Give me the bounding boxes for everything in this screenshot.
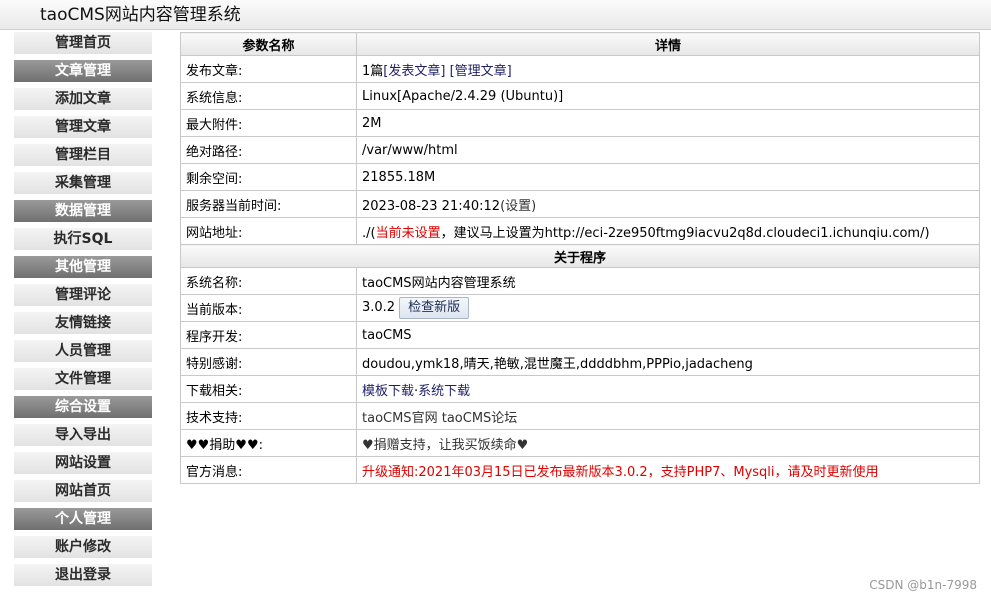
sidebar-item-site-settings[interactable]: 网站设置 <box>14 452 152 474</box>
row-label: 网站地址: <box>180 217 357 245</box>
row-value: Linux[Apache/2.4.29 (Ubuntu)] <box>356 82 980 110</box>
row-label: 当前版本: <box>180 294 357 322</box>
row-value: ♥捐赠支持，让我买饭续命♥ <box>356 429 980 457</box>
sidebar-item-add-article[interactable]: 添加文章 <box>14 88 152 110</box>
row-value: ./(当前未设置，建议马上设置为http://eci-2ze950ftmg9ia… <box>356 217 980 245</box>
table-row: ♥♥捐助♥♥: ♥捐赠支持，让我买饭续命♥ <box>180 429 980 457</box>
sidebar-item-logout[interactable]: 退出登录 <box>14 564 152 586</box>
sidebar-item-comments[interactable]: 管理评论 <box>14 284 152 306</box>
table-row: 下载相关: 模板下载·系统下载 <box>180 375 980 403</box>
server-time: 2023-08-23 21:40:12 <box>362 198 501 214</box>
row-value: taoCMS网站内容管理系统 <box>356 267 980 295</box>
sidebar-item-account[interactable]: 账户修改 <box>14 536 152 558</box>
row-label: 绝对路径: <box>180 136 357 164</box>
row-label: 系统名称: <box>180 267 357 295</box>
sidebar-group-settings[interactable]: 综合设置 <box>14 396 152 418</box>
template-download-link[interactable]: 模板下载 <box>362 384 414 399</box>
sidebar-group-other[interactable]: 其他管理 <box>14 256 152 278</box>
forum-link[interactable]: taoCMS论坛 <box>442 411 518 426</box>
sidebar-group-articles[interactable]: 文章管理 <box>14 60 152 82</box>
official-news: 升级通知:2021年03月15日已发布最新版本3.0.2，支持PHP7、Mysq… <box>356 456 980 484</box>
row-value: 1篇[发表文章] [管理文章] <box>356 55 980 83</box>
table-row: 系统信息: Linux[Apache/2.4.29 (Ubuntu)] <box>180 82 980 110</box>
row-label: 发布文章: <box>180 55 357 83</box>
version-value: 3.0.2 <box>362 300 396 315</box>
row-value: /var/www/html <box>356 136 980 164</box>
sidebar-group-personal[interactable]: 个人管理 <box>14 508 152 530</box>
url-suggestion: ，建议马上设置为http://eci-2ze950ftmg9iacvu2q8d.… <box>440 225 930 241</box>
row-value: taoCMS官网 taoCMS论坛 <box>356 402 980 430</box>
section-header-row: 关于程序 <box>180 244 980 268</box>
col-header-name: 参数名称 <box>180 32 357 56</box>
row-label: 下载相关: <box>180 375 357 403</box>
official-site-link[interactable]: taoCMS官网 <box>362 411 438 426</box>
sidebar-item-collect[interactable]: 采集管理 <box>14 172 152 194</box>
sidebar-item-friend-links[interactable]: 友情链接 <box>14 312 152 334</box>
table-row: 技术支持: taoCMS官网 taoCMS论坛 <box>180 402 980 430</box>
sidebar-item-users[interactable]: 人员管理 <box>14 340 152 362</box>
table-row: 程序开发: taoCMS <box>180 321 980 349</box>
table-row: 系统名称: taoCMS网站内容管理系统 <box>180 267 980 295</box>
row-value: 模板下载·系统下载 <box>356 375 980 403</box>
row-label: 官方消息: <box>180 456 357 484</box>
table-row: 当前版本: 3.0.2 检查新版 <box>180 294 980 322</box>
url-warning: 当前未设置 <box>375 225 441 241</box>
table-row: 网站地址: ./(当前未设置，建议马上设置为http://eci-2ze950f… <box>180 217 980 245</box>
main-content: 参数名称 详情 发布文章: 1篇[发表文章] [管理文章] 系统信息: Linu… <box>180 32 980 484</box>
sidebar-item-manage-articles[interactable]: 管理文章 <box>14 116 152 138</box>
row-label: 程序开发: <box>180 321 357 349</box>
row-label: 最大附件: <box>180 109 357 137</box>
about-header: 关于程序 <box>180 244 980 268</box>
top-header: taoCMS网站内容管理系统 <box>0 0 991 30</box>
row-value: 21855.18M <box>356 163 980 191</box>
row-label: 特别感谢: <box>180 348 357 376</box>
row-value: doudou,ymk18,晴天,艳敏,混世魔王,ddddbhm,PPPio,ja… <box>356 348 980 376</box>
app-title: taoCMS网站内容管理系统 <box>40 5 241 25</box>
sidebar-item-manage-categories[interactable]: 管理栏目 <box>14 144 152 166</box>
table-header-row: 参数名称 详情 <box>180 32 980 56</box>
sidebar: 管理首页 文章管理 添加文章 管理文章 管理栏目 采集管理 数据管理 执行SQL… <box>14 32 152 592</box>
row-label: 服务器当前时间: <box>180 190 357 218</box>
row-label: 技术支持: <box>180 402 357 430</box>
table-row: 特别感谢: doudou,ymk18,晴天,艳敏,混世魔王,ddddbhm,PP… <box>180 348 980 376</box>
watermark: CSDN @b1n-7998 <box>869 578 977 592</box>
table-row: 绝对路径: /var/www/html <box>180 136 980 164</box>
table-row: 发布文章: 1篇[发表文章] [管理文章] <box>180 55 980 83</box>
table-row: 官方消息: 升级通知:2021年03月15日已发布最新版本3.0.2，支持PHP… <box>180 456 980 484</box>
row-value: 2023-08-23 21:40:12(设置) <box>356 190 980 218</box>
url-prefix: ./( <box>362 225 376 241</box>
row-label: 剩余空间: <box>180 163 357 191</box>
check-update-button[interactable]: 检查新版 <box>399 297 470 319</box>
sidebar-item-admin-home[interactable]: 管理首页 <box>14 32 152 54</box>
sidebar-item-import-export[interactable]: 导入导出 <box>14 424 152 446</box>
system-download-link[interactable]: 系统下载 <box>418 384 470 399</box>
time-settings-link[interactable]: (设置) <box>500 199 536 214</box>
row-value: 2M <box>356 109 980 137</box>
donate-link[interactable]: ♥捐赠支持，让我买饭续命♥ <box>362 438 528 453</box>
col-header-detail: 详情 <box>356 32 980 56</box>
row-value: 3.0.2 检查新版 <box>356 294 980 322</box>
table-row: 最大附件: 2M <box>180 109 980 137</box>
manage-article-link[interactable]: [管理文章] <box>450 64 512 79</box>
sidebar-item-site-home[interactable]: 网站首页 <box>14 480 152 502</box>
table-row: 剩余空间: 21855.18M <box>180 163 980 191</box>
row-label: ♥♥捐助♥♥: <box>180 429 357 457</box>
sidebar-item-execute-sql[interactable]: 执行SQL <box>14 228 152 250</box>
row-value: taoCMS <box>356 321 980 349</box>
publish-article-link[interactable]: [发表文章] <box>383 64 445 79</box>
sidebar-group-data[interactable]: 数据管理 <box>14 200 152 222</box>
table-row: 服务器当前时间: 2023-08-23 21:40:12(设置) <box>180 190 980 218</box>
row-label: 系统信息: <box>180 82 357 110</box>
article-count: 1篇 <box>362 63 384 79</box>
params-table: 参数名称 详情 发布文章: 1篇[发表文章] [管理文章] 系统信息: Linu… <box>180 32 980 484</box>
sidebar-item-files[interactable]: 文件管理 <box>14 368 152 390</box>
